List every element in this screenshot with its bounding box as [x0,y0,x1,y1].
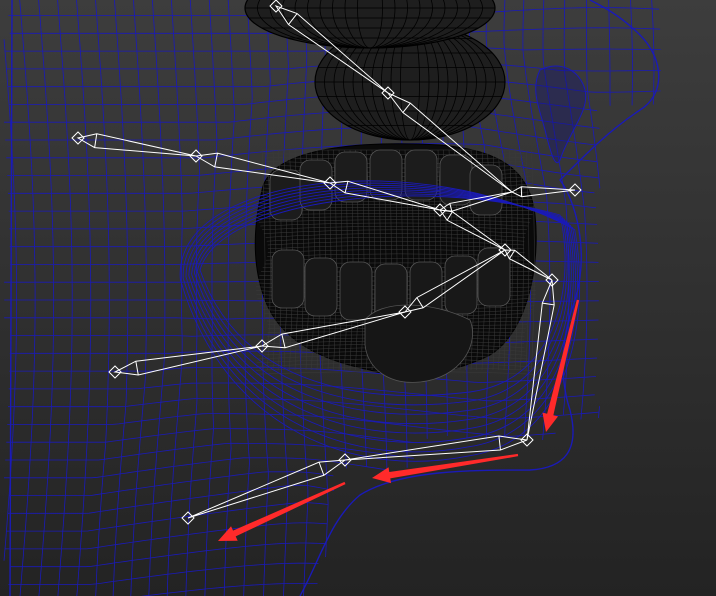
red-arrow-icon [218,481,346,541]
wire-line-v [608,0,611,106]
wire-line-v [166,0,183,596]
scene-canvas[interactable] [0,0,716,596]
wire-line-v [598,406,600,419]
wire-line-h [7,413,556,437]
wire-line-h [9,471,334,496]
wire-line-v [112,0,129,596]
lower-tooth [339,261,373,321]
wire-line-h [5,442,414,461]
wire-line-h [5,125,596,146]
lower-tooth [271,249,305,309]
upper-gum-mesh[interactable] [244,0,506,141]
nostril-region [535,65,587,163]
wire-line-v [185,0,200,596]
wire-line-v [630,0,633,106]
lower-tooth [477,247,511,307]
wire-line-v [148,0,166,596]
lower-tooth [304,257,338,317]
wire-line-h [5,522,328,550]
wire-line-h [6,502,329,532]
bone-cheek-upper-1 [76,133,197,157]
wire-line-v [243,0,253,596]
lower-tooth [444,255,478,315]
upper-tooth [334,151,368,203]
wire-line-v [38,0,55,596]
wire-line-h [141,583,318,596]
wire-line-v [563,0,588,420]
wire-line-v [19,0,36,596]
red-arrow-icon [372,453,519,484]
3d-viewport[interactable] [0,0,716,596]
wire-line-h [4,108,600,129]
wire-line-v [76,0,92,596]
wire-line-h [9,92,598,112]
wire-line-v [57,0,73,596]
wire-line-v [95,0,110,596]
